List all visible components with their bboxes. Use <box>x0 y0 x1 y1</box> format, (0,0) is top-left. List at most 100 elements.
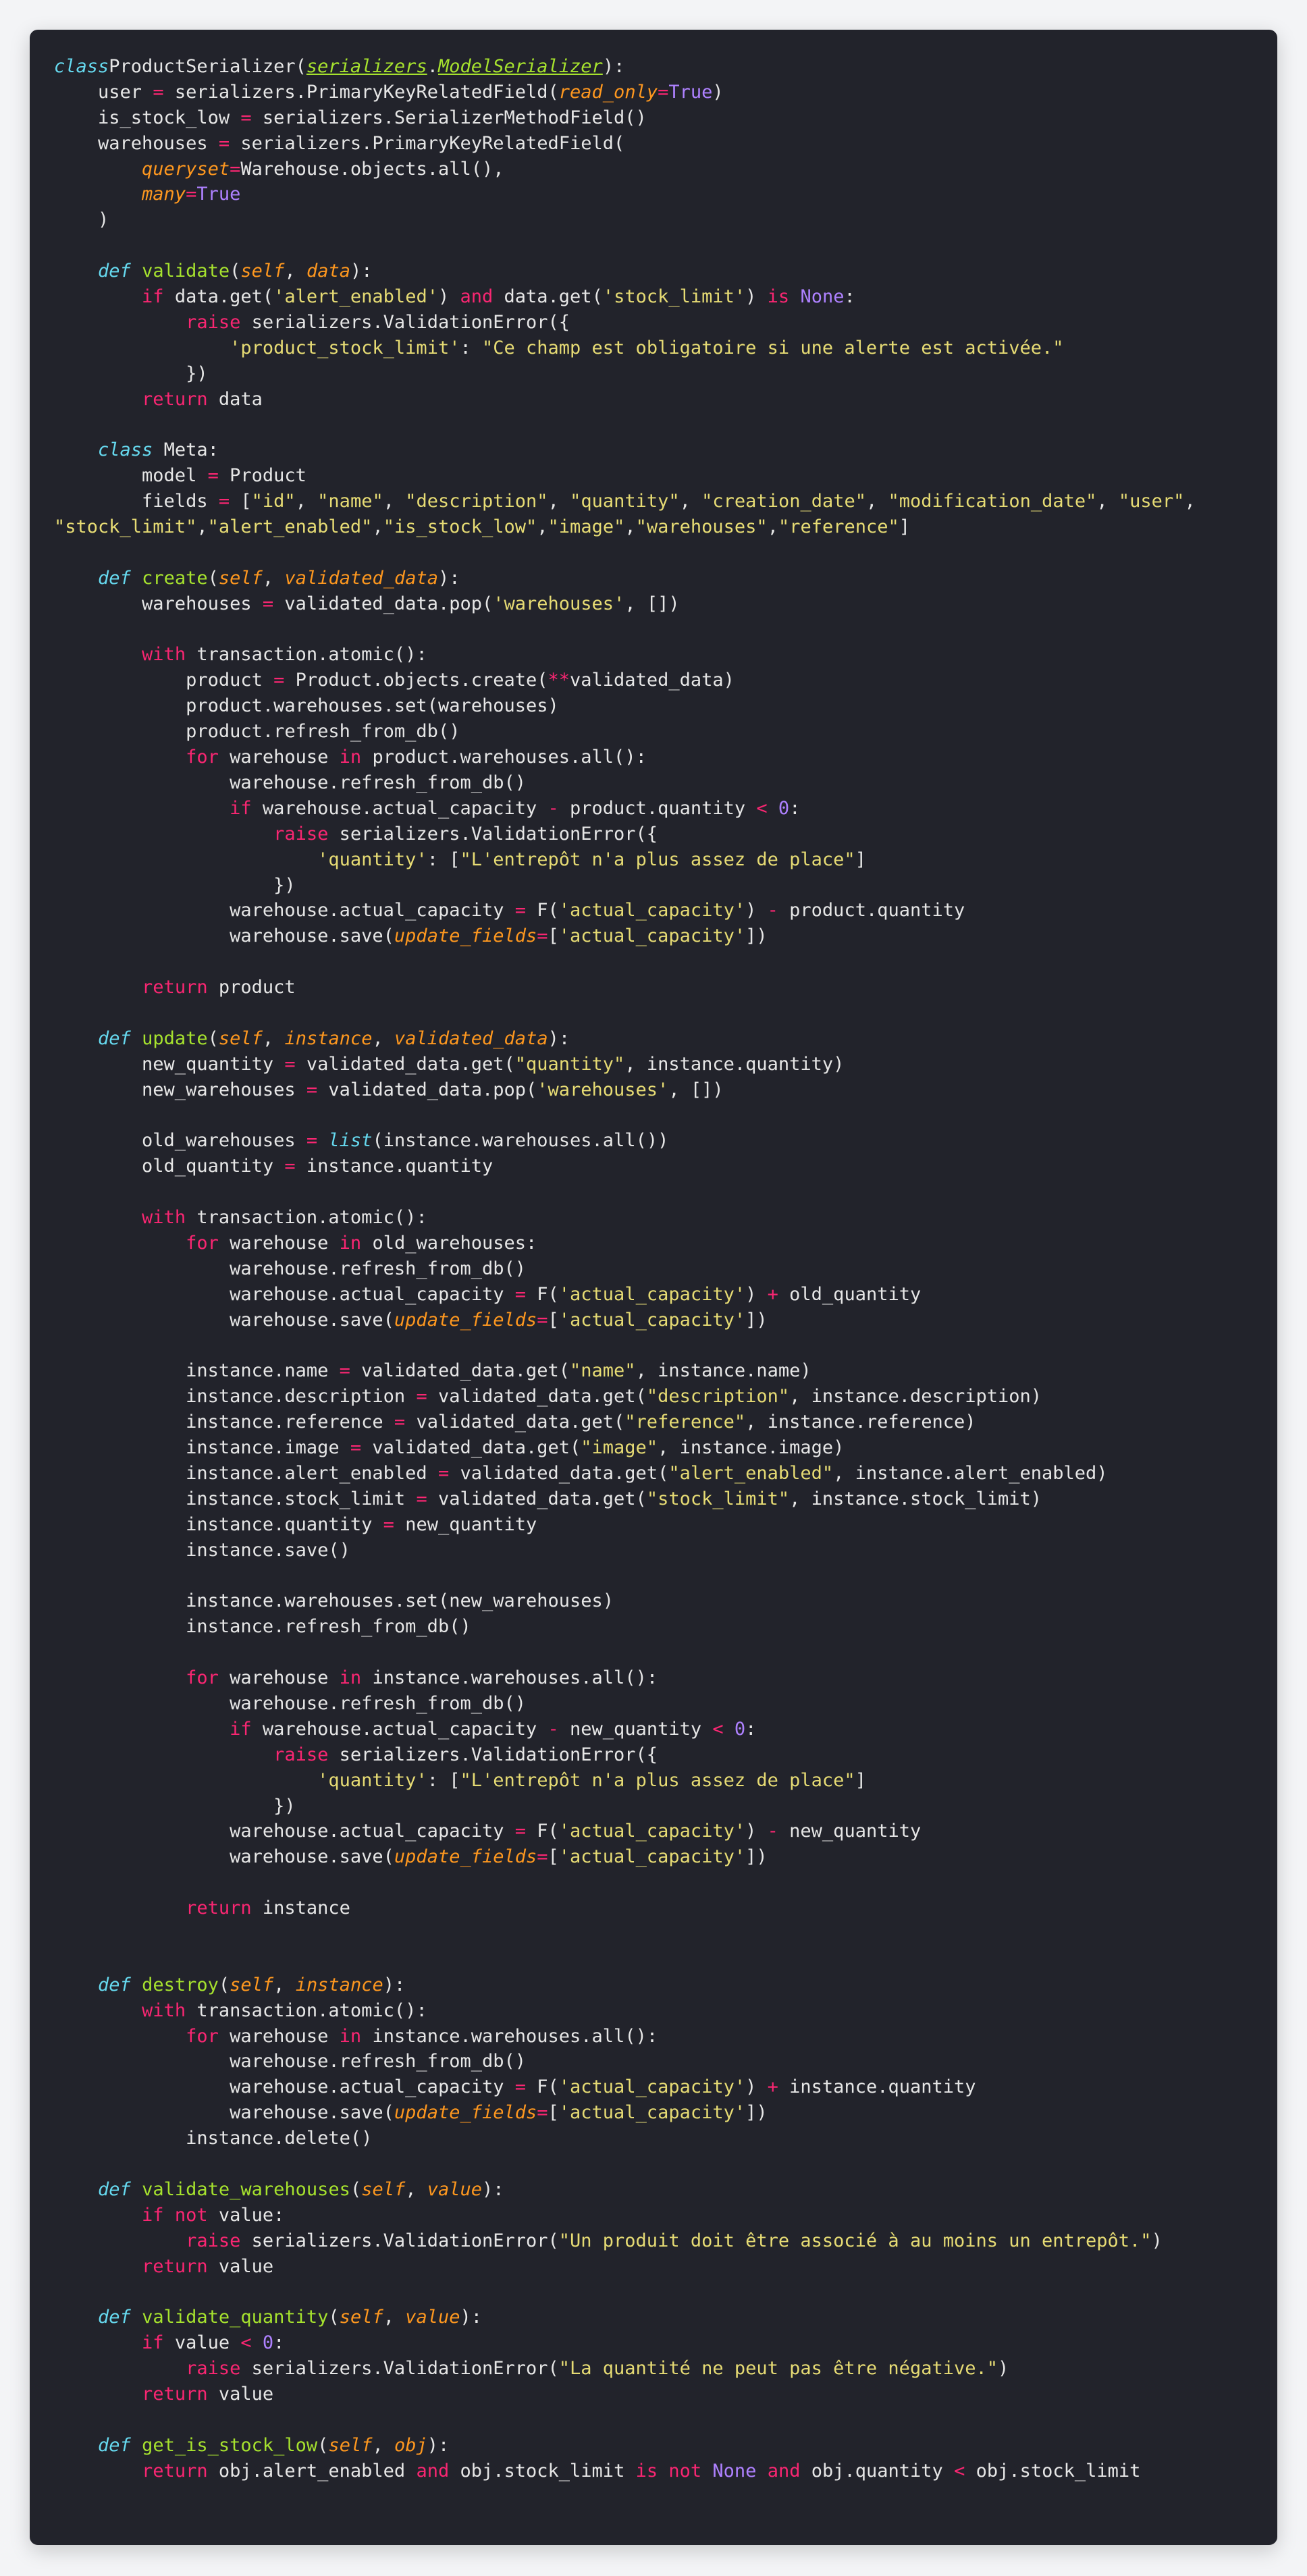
code-token: self <box>361 2178 406 2200</box>
code-token: model <box>54 465 208 487</box>
code-line: if data.get('alert_enabled') and data.ge… <box>54 284 1196 310</box>
code-token: serializers.ValidationError( <box>240 2358 559 2380</box>
code-line: warehouse.save(update_fields=['actual_ca… <box>54 1308 1196 1333</box>
code-line: 'quantity': ["L'entrepôt n'a plus assez … <box>54 847 1196 873</box>
code-line: }) <box>54 361 1196 387</box>
code-token: = <box>416 1488 427 1509</box>
code-token: , <box>262 1027 285 1049</box>
code-token: instance.warehouses.set(new_warehouses) <box>54 1590 614 1612</box>
code-token: and <box>416 2460 450 2481</box>
code-token: , instance.alert_enabled) <box>833 1462 1108 1484</box>
code-token: = <box>240 107 252 128</box>
code-token: is <box>635 2460 658 2481</box>
code-token: , <box>537 516 548 538</box>
code-line: warehouse.save(update_fields=['actual_ca… <box>54 923 1196 949</box>
code-token: warehouse.refresh_from_db() <box>54 1258 526 1279</box>
code-token: "image" <box>548 516 625 538</box>
code-token: "quantity" <box>514 1053 625 1075</box>
code-token: "id" <box>251 491 296 512</box>
code-token: self <box>240 261 285 282</box>
code-token: validated_data.get( <box>405 1412 625 1433</box>
code-token: if <box>142 2204 164 2226</box>
code-token: warehouse.actual_capacity <box>54 2076 515 2098</box>
code-token: data <box>207 388 263 410</box>
code-token: < <box>712 1718 724 1740</box>
code-token: ( <box>207 567 219 589</box>
code-token: , instance.description) <box>789 1386 1042 1407</box>
code-token: data.get( <box>493 286 603 308</box>
code-token: instance.save() <box>54 1539 350 1561</box>
code-token: = <box>218 491 230 512</box>
code-token: = <box>514 2076 526 2098</box>
code-token: = <box>514 900 526 921</box>
code-line: queryset=Warehouse.objects.all(), <box>54 157 1196 182</box>
code-token: instance.reference <box>54 1412 394 1433</box>
code-token: warehouses <box>54 132 219 154</box>
code-token: ** <box>548 670 570 691</box>
code-line: instance.save() <box>54 1538 1196 1563</box>
code-line: class Meta: <box>54 437 1196 463</box>
code-token: old_warehouses <box>54 1130 306 1152</box>
code-token: raise <box>273 823 329 844</box>
code-line: def get_is_stock_low(self, obj): <box>54 2433 1196 2459</box>
code-line: raise serializers.ValidationError({ <box>54 1742 1196 1768</box>
code-token: = <box>207 465 219 487</box>
code-token: many <box>142 184 186 205</box>
code-line: warehouse.save(update_fields=['actual_ca… <box>54 1844 1196 1870</box>
code-token: return <box>186 1898 252 1919</box>
code-token: "alert_enabled" <box>668 1462 834 1484</box>
code-token: in <box>339 2025 362 2047</box>
code-token: product.warehouses.all(): <box>361 747 647 768</box>
code-token: update_fields <box>394 2102 537 2124</box>
code-token: if <box>230 797 252 819</box>
code-token: instance <box>284 1027 373 1049</box>
code-token: 'warehouses' <box>537 1079 669 1100</box>
code-token: = <box>273 670 285 691</box>
code-line: old_warehouses = list(instance.warehouse… <box>54 1128 1196 1154</box>
code-line: return value <box>54 2382 1196 2407</box>
code-token: , <box>295 491 318 512</box>
code-token: "L'entrepôt n'a plus assez de place" <box>460 849 855 870</box>
code-token: ( <box>207 1027 219 1049</box>
code-token: = <box>537 1309 548 1331</box>
code-line: instance.alert_enabled = validated_data.… <box>54 1461 1196 1486</box>
code-token: update_fields <box>394 925 537 947</box>
code-token: is <box>767 286 790 308</box>
code-token: . <box>427 56 438 77</box>
code-token: < <box>240 2332 252 2354</box>
code-token: self <box>339 2307 383 2328</box>
code-token: , <box>262 567 285 589</box>
code-line: instance.name = validated_data.get("name… <box>54 1358 1196 1384</box>
code-line: for warehouse in instance.warehouses.all… <box>54 1665 1196 1691</box>
code-token: ) <box>54 209 109 231</box>
code-line: with transaction.atomic(): <box>54 1998 1196 2024</box>
code-token: validated_data.get( <box>427 1488 647 1509</box>
code-token: Meta: <box>153 439 219 461</box>
code-token: queryset <box>142 158 230 180</box>
code-line: warehouses = serializers.PrimaryKeyRelat… <box>54 131 1196 157</box>
code-token: "La quantité ne peut pas être négative." <box>558 2358 998 2380</box>
code-token: obj.alert_enabled <box>207 2460 417 2481</box>
code-token: ) <box>1151 2230 1163 2251</box>
code-token: is_stock_low <box>54 107 241 128</box>
code-token: - <box>767 900 778 921</box>
code-token: = <box>230 158 241 180</box>
code-token: transaction.atomic(): <box>186 644 427 666</box>
code-token: validated_data <box>394 1027 548 1049</box>
code-token: , <box>624 516 636 538</box>
code-line: new_quantity = validated_data.get("quant… <box>54 1052 1196 1077</box>
code-token: 'actual_capacity' <box>558 2102 746 2124</box>
